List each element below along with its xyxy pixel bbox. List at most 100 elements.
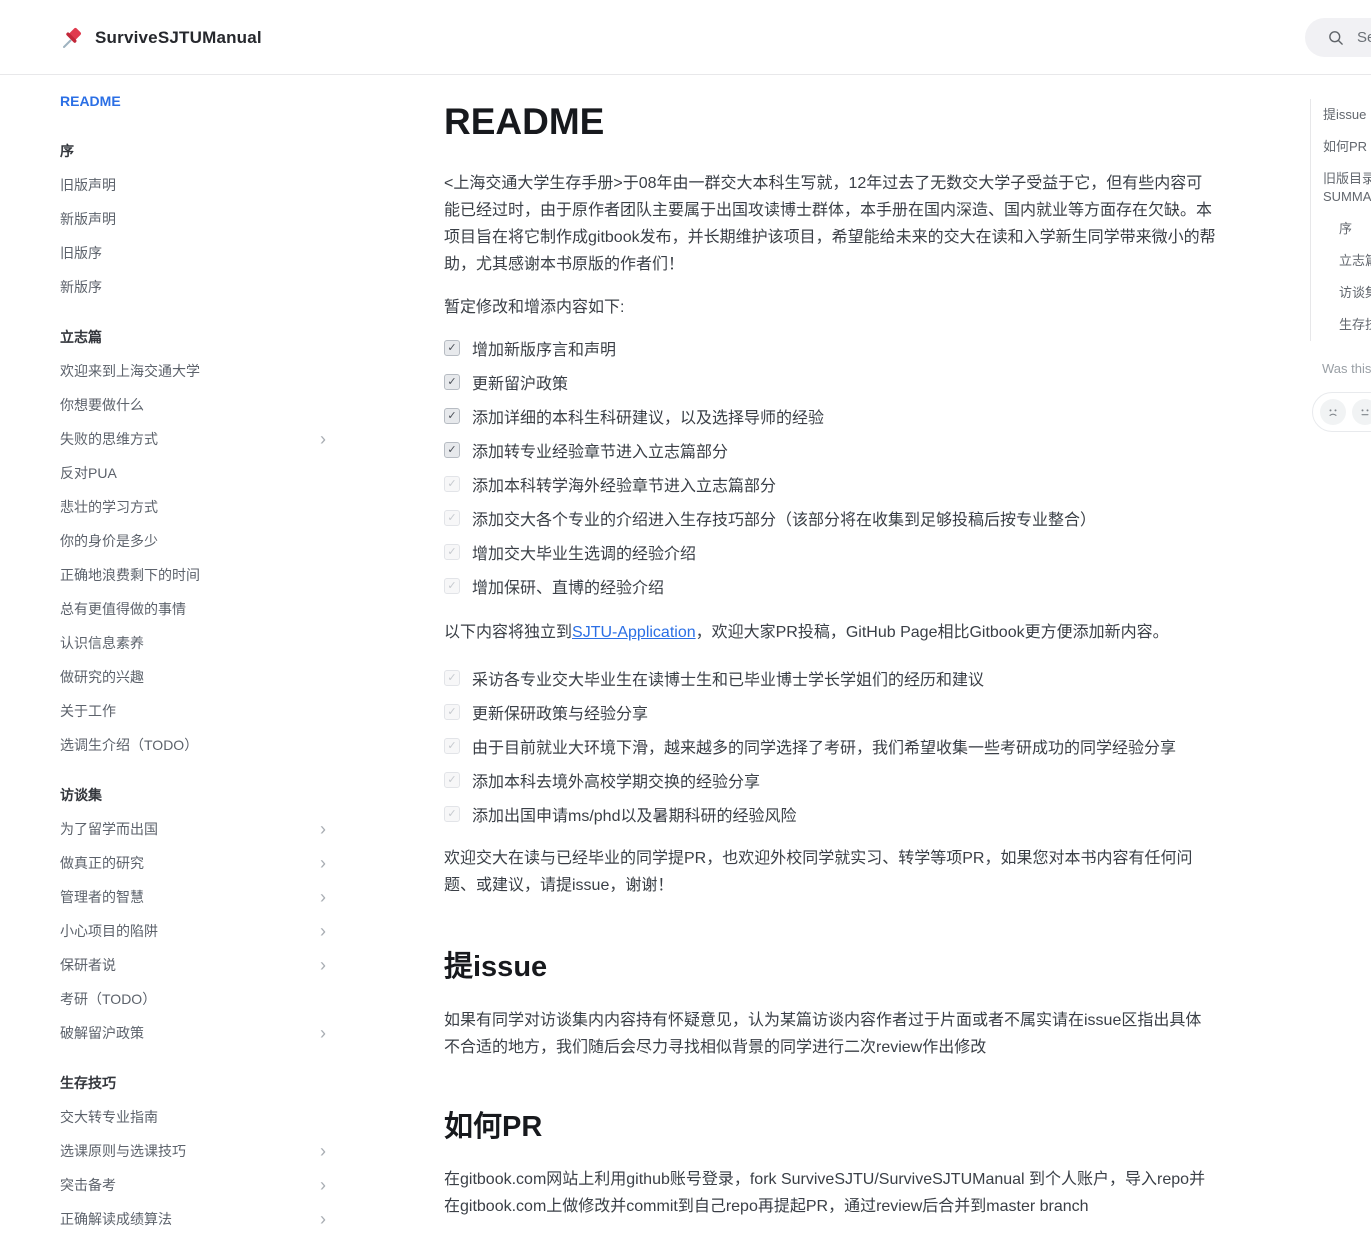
sidebar-item-label: 总有更值得做的事情 bbox=[60, 599, 186, 619]
toc-item[interactable]: 序 bbox=[1323, 213, 1371, 245]
sidebar-item[interactable]: 选课原则与选课技巧 › bbox=[60, 1134, 328, 1168]
sidebar-item[interactable]: 破解留沪政策 › bbox=[60, 1016, 328, 1050]
sidebar-item-label: 旧版声明 bbox=[60, 175, 116, 195]
task-label: 由于目前就业大环境下滑，越来越多的同学选择了考研，我们希望收集一些考研成功的同学… bbox=[472, 734, 1176, 758]
sidebar-item[interactable]: 反对PUA › bbox=[60, 456, 328, 490]
chevron-right-icon: › bbox=[320, 1176, 328, 1194]
sidebar-item[interactable]: 关于工作 › bbox=[60, 694, 328, 728]
sidebar-item[interactable]: 考研（TODO） › bbox=[60, 982, 328, 1016]
task-label: 采访各专业交大毕业生在读博士生和已毕业博士学长学姐们的经历和建议 bbox=[472, 666, 984, 690]
toc-item-label: 如何PR bbox=[1323, 131, 1367, 163]
sidebar-item[interactable]: 突击备考 › bbox=[60, 1168, 328, 1202]
toc-item-label: 提issue bbox=[1323, 99, 1366, 131]
sidebar-item[interactable]: README › bbox=[60, 84, 328, 118]
task-label: 增加保研、直博的经验介绍 bbox=[472, 574, 664, 598]
toc-item[interactable]: 立志篇 bbox=[1323, 245, 1371, 277]
neutral-face-icon[interactable] bbox=[1352, 399, 1371, 425]
checkbox-icon: ✓ bbox=[444, 670, 460, 686]
sidebar-item[interactable]: 正确地浪费剩下的时间 › bbox=[60, 558, 328, 592]
sidebar-item-label: 序 bbox=[60, 141, 74, 161]
task-label: 更新留沪政策 bbox=[472, 370, 568, 394]
checkbox-icon: ✓ bbox=[444, 374, 460, 390]
sidebar-item[interactable]: 欢迎来到上海交通大学 › bbox=[60, 354, 328, 388]
sidebar-item-label: 管理者的智慧 bbox=[60, 887, 144, 907]
toc-item[interactable]: 提issue bbox=[1323, 99, 1371, 131]
issue-paragraph: 如果有同学对访谈集内内容持有怀疑意见，认为某篇访谈内容作者过于片面或者不属实请在… bbox=[444, 1007, 1216, 1061]
link-paragraph-prefix: 以下内容将独立到 bbox=[444, 624, 572, 641]
sidebar-item: 序 › bbox=[60, 134, 328, 168]
sidebar-item-label: README bbox=[60, 93, 121, 109]
search-placeholder: Search bbox=[1357, 29, 1371, 46]
section-heading-how-pr: 如何PR bbox=[444, 1106, 1216, 1148]
sidebar-item-label: 你想要做什么 bbox=[60, 395, 144, 415]
search-input[interactable]: Search bbox=[1305, 18, 1371, 57]
sidebar-item-label: 保研者说 bbox=[60, 955, 116, 975]
sidebar-item[interactable]: 选调生介绍（TODO） › bbox=[60, 728, 328, 762]
site-logo[interactable]: SurviveSJTUManual bbox=[60, 0, 262, 75]
sidebar-item-label: 失败的思维方式 bbox=[60, 429, 158, 449]
sidebar-item[interactable]: 正确解读成绩算法 › bbox=[60, 1202, 328, 1236]
task-item: ✓ 采访各专业交大毕业生在读博士生和已毕业博士学长学姐们的经历和建议 bbox=[444, 661, 1216, 695]
chevron-right-icon: › bbox=[320, 956, 328, 974]
sidebar-item-label: 认识信息素养 bbox=[60, 633, 144, 653]
sidebar-item: 立志篇 › bbox=[60, 320, 328, 354]
sidebar-item[interactable]: 旧版序 › bbox=[60, 236, 328, 270]
task-label: 添加详细的本科生科研建议，以及选择导师的经验 bbox=[472, 404, 824, 428]
sidebar-item[interactable]: 为了留学而出国 › bbox=[60, 812, 328, 846]
toc-item[interactable]: 生存技巧 bbox=[1323, 309, 1371, 341]
toc-list: 提issue 如何PR 旧版目录 SUMMARY 序 立志篇 bbox=[1310, 99, 1371, 341]
sidebar-item[interactable]: 做研究的兴趣 › bbox=[60, 660, 328, 694]
sidebar-item[interactable]: 保研者说 › bbox=[60, 948, 328, 982]
task-item: ✓ 更新保研政策与经验分享 bbox=[444, 695, 1216, 729]
chevron-right-icon: › bbox=[320, 820, 328, 838]
chevron-right-icon: › bbox=[320, 1142, 328, 1160]
sidebar-item[interactable]: 你想要做什么 › bbox=[60, 388, 328, 422]
task-item: ✓ 添加详细的本科生科研建议，以及选择导师的经验 bbox=[444, 399, 1216, 433]
sidebar-item[interactable]: 新版序 › bbox=[60, 270, 328, 304]
sjtu-application-link[interactable]: SJTU-Application bbox=[572, 624, 696, 641]
checkbox-icon: ✓ bbox=[444, 704, 460, 720]
checkbox-icon: ✓ bbox=[444, 544, 460, 560]
sidebar-item-label: 生存技巧 bbox=[60, 1073, 116, 1093]
task-item: ✓ 更新留沪政策 bbox=[444, 365, 1216, 399]
sidebar-item[interactable]: 总有更值得做的事情 › bbox=[60, 592, 328, 626]
sidebar-item[interactable]: 新版声明 › bbox=[60, 202, 328, 236]
sidebar-item[interactable]: 失败的思维方式 › bbox=[60, 422, 328, 456]
task-item: ✓ 添加交大各个专业的介绍进入生存技巧部分（该部分将在收集到足够投稿后按专业整合… bbox=[444, 501, 1216, 535]
toc-item-label: 旧版目录 SUMMARY bbox=[1323, 163, 1371, 213]
sidebar-item[interactable]: 交大转专业指南 › bbox=[60, 1100, 328, 1134]
chevron-right-icon: › bbox=[320, 854, 328, 872]
sad-face-icon[interactable] bbox=[1320, 399, 1346, 425]
checkbox-icon: ✓ bbox=[444, 340, 460, 356]
intro-paragraph: <上海交通大学生存手册>于08年由一群交大本科生写就，12年过去了无数交大学子受… bbox=[444, 170, 1216, 278]
sidebar-item[interactable]: 管理者的智慧 › bbox=[60, 880, 328, 914]
link-paragraph-suffix: ，欢迎大家PR投稿，GitHub Page相比Gitbook更方便添加新内容。 bbox=[696, 624, 1169, 641]
sidebar-item[interactable]: 旧版声明 › bbox=[60, 168, 328, 202]
sidebar-item-label: 反对PUA bbox=[60, 463, 117, 483]
toc-item[interactable]: 如何PR bbox=[1323, 131, 1371, 163]
task-item: ✓ 添加本科去境外高校学期交换的经验分享 bbox=[444, 763, 1216, 797]
sidebar-item[interactable]: 你的身价是多少 › bbox=[60, 524, 328, 558]
task-checklist-2: ✓ 采访各专业交大毕业生在读博士生和已毕业博士学长学姐们的经历和建议 ✓ 更新保… bbox=[444, 661, 1216, 831]
chevron-right-icon: › bbox=[320, 430, 328, 448]
task-label: 添加交大各个专业的介绍进入生存技巧部分（该部分将在收集到足够投稿后按专业整合） bbox=[472, 506, 1096, 530]
sidebar-item[interactable]: 悲壮的学习方式 › bbox=[60, 490, 328, 524]
task-label: 更新保研政策与经验分享 bbox=[472, 700, 648, 724]
feedback-pill bbox=[1312, 392, 1371, 432]
task-checklist-1: ✓ 增加新版序言和声明 ✓ 更新留沪政策 ✓ 添加详细的本科生科研建议，以及选择… bbox=[444, 331, 1216, 603]
sidebar-item[interactable]: 旁门左道 › bbox=[60, 1236, 328, 1242]
toc-item[interactable]: 访谈集 bbox=[1323, 277, 1371, 309]
link-paragraph: 以下内容将独立到SJTU-Application，欢迎大家PR投稿，GitHub… bbox=[444, 619, 1216, 646]
checkbox-icon: ✓ bbox=[444, 442, 460, 458]
sidebar-item[interactable]: 认识信息素养 › bbox=[60, 626, 328, 660]
sidebar-item-label: 正确解读成绩算法 bbox=[60, 1209, 172, 1229]
chevron-right-icon: › bbox=[320, 888, 328, 906]
checkbox-icon: ✓ bbox=[444, 772, 460, 788]
sidebar-item[interactable]: 做真正的研究 › bbox=[60, 846, 328, 880]
task-label: 添加出国申请ms/phd以及暑期科研的经验风险 bbox=[472, 802, 796, 826]
toc-item[interactable]: 旧版目录 SUMMARY bbox=[1323, 163, 1371, 213]
sidebar-item[interactable]: 小心项目的陷阱 › bbox=[60, 914, 328, 948]
sidebar-item-label: 正确地浪费剩下的时间 bbox=[60, 565, 200, 585]
main-content: README <上海交通大学生存手册>于08年由一群交大本科生写就，12年过去了… bbox=[444, 75, 1216, 1220]
task-item: ✓ 增加保研、直博的经验介绍 bbox=[444, 569, 1216, 603]
